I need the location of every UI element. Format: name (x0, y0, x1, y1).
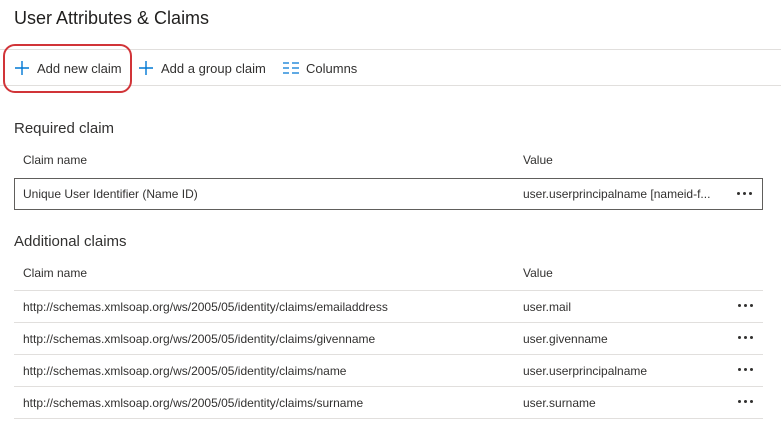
claim-name-cell: http://schemas.xmlsoap.org/ws/2005/05/id… (23, 396, 364, 410)
highlight-annotation (3, 44, 132, 93)
column-header-value: Value (523, 153, 553, 167)
additional-claims-heading: Additional claims (14, 233, 127, 250)
claim-name-cell: http://schemas.xmlsoap.org/ws/2005/05/id… (23, 332, 376, 346)
divider (14, 386, 763, 387)
divider (14, 418, 763, 419)
page-title: User Attributes & Claims (14, 8, 210, 28)
claim-name-cell: http://schemas.xmlsoap.org/ws/2005/05/id… (23, 300, 388, 314)
add-group-claim-button[interactable]: Add a group claim (137, 50, 266, 86)
plus-icon (137, 59, 155, 77)
claim-name-cell: http://schemas.xmlsoap.org/ws/2005/05/id… (23, 364, 347, 378)
columns-icon (282, 59, 300, 77)
claim-value-cell: user.userprincipalname [nameid-f... (523, 187, 711, 201)
columns-label: Columns (306, 60, 358, 76)
column-header-claim-name: Claim name (23, 266, 88, 280)
claim-name-cell: Unique User Identifier (Name ID) (23, 187, 198, 201)
claim-value-cell: user.userprincipalname (523, 364, 648, 378)
divider (14, 354, 763, 355)
column-header-claim-name: Claim name (23, 153, 88, 167)
more-options-button[interactable] (734, 395, 756, 407)
claim-value-cell: user.surname (523, 396, 596, 410)
add-group-claim-label: Add a group claim (161, 60, 266, 76)
more-options-button[interactable] (733, 187, 755, 199)
more-options-button[interactable] (734, 363, 756, 375)
columns-button[interactable]: Columns (282, 50, 357, 86)
table-row[interactable]: Unique User Identifier (Name ID) user.us… (14, 178, 763, 210)
divider (14, 290, 763, 291)
column-header-value: Value (523, 266, 553, 280)
claim-value-cell: user.givenname (523, 332, 608, 346)
more-options-button[interactable] (734, 299, 756, 311)
divider (14, 322, 763, 323)
more-options-button[interactable] (734, 331, 756, 343)
required-claim-heading: Required claim (14, 120, 115, 137)
claim-value-cell: user.mail (523, 300, 572, 314)
